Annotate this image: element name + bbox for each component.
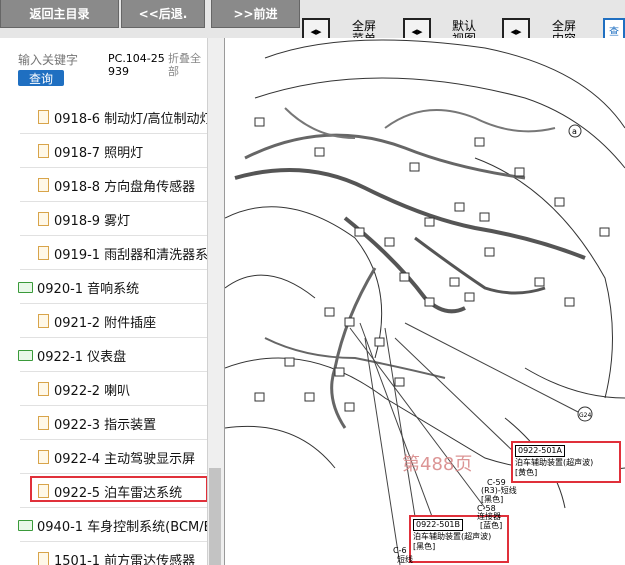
folder-icon — [18, 349, 33, 361]
file-icon — [38, 552, 49, 565]
connector-code: 0922-501A — [515, 445, 565, 457]
selection-highlight — [30, 476, 208, 502]
tree-item[interactable]: 0919-1 雨刮器和清洗器系统 — [0, 238, 224, 268]
wiring-diagram: G24 a 第488页 0922-501A 泊车辅助装置(超声波) [黄色] 0… — [225, 38, 625, 565]
wiring-drawing: G24 a — [225, 39, 625, 565]
connector-label: 连接器 — [477, 512, 501, 521]
file-icon — [38, 110, 49, 124]
tree-item[interactable]: 0921-2 附件插座 — [0, 306, 224, 336]
search-partial-button[interactable]: 查 — [603, 18, 625, 40]
tree-item[interactable]: 0922-2 喇叭 — [0, 374, 224, 404]
arrows-icon: ◂▸ — [510, 24, 522, 38]
ground-label: G24 — [579, 412, 591, 419]
file-icon — [38, 144, 49, 158]
tree-item[interactable]: 0918-9 雾灯 — [0, 204, 224, 234]
back-main-button[interactable]: 返回主目录 — [0, 0, 119, 28]
file-icon — [38, 382, 49, 396]
connector-code: 0922-501B — [413, 519, 464, 531]
search-area: 查询 PC.104-25939 折叠全部 — [0, 38, 207, 98]
tree-item[interactable]: 0922-4 主动驾驶显示屏 — [0, 442, 224, 472]
tree-item[interactable]: 0922-3 指示装置 — [0, 408, 224, 438]
scrollbar-thumb[interactable] — [209, 468, 221, 565]
query-button[interactable]: 查询 — [18, 70, 64, 86]
file-icon — [38, 178, 49, 192]
toolbar: 返回主目录 <<后退. >>前进 ◂▸ 全屏菜单 ◂▸ 默认视图 ◂▸ 全屏内容… — [0, 0, 625, 46]
arrows-icon: ◂▸ — [310, 24, 322, 38]
tree-folder[interactable]: 0940-1 车身控制系统(BCM/E — [0, 510, 224, 540]
search-input[interactable] — [18, 52, 104, 68]
sidebar: 查询 PC.104-25939 折叠全部 0918-6 制动灯/高位制动灯 09… — [0, 38, 225, 565]
connector-callout-a[interactable]: 0922-501A 泊车辅助装置(超声波) [黄色] — [511, 441, 621, 483]
file-icon — [38, 212, 49, 226]
connector-label: C-6 — [393, 546, 407, 555]
connector-label: 短线 — [397, 555, 413, 564]
next-button[interactable]: >>前进 — [211, 0, 300, 28]
file-icon — [38, 246, 49, 260]
tree-item[interactable]: 0918-8 方向盘角传感器 — [0, 170, 224, 200]
page-number-label: 第488页 — [402, 454, 473, 475]
tree-item[interactable]: 0918-6 制动灯/高位制动灯 — [0, 102, 224, 132]
folder-icon — [18, 519, 33, 531]
tree-item[interactable]: 0918-7 照明灯 — [0, 136, 224, 166]
folder-icon — [18, 281, 33, 293]
prev-button[interactable]: <<后退. — [121, 0, 205, 28]
tree-folder[interactable]: 0922-1 仪表盘 — [0, 340, 224, 370]
collapse-all-link[interactable]: 折叠全部 — [168, 52, 208, 78]
connector-label: (R3)-短线 — [481, 486, 517, 495]
doc-number: PC.104-25939 — [108, 52, 165, 78]
connector-label: [蓝色] — [480, 521, 503, 530]
file-icon — [38, 314, 49, 328]
connector-label: [黑色] — [481, 495, 504, 504]
arrows-icon: ◂▸ — [411, 24, 423, 38]
tree-item[interactable]: 1501-1 前方雷达传感器 — [0, 544, 224, 565]
file-icon — [38, 416, 49, 430]
file-icon — [38, 450, 49, 464]
tree-folder[interactable]: 0920-1 音响系统 — [0, 272, 224, 302]
marker-a-label: a — [572, 127, 577, 136]
